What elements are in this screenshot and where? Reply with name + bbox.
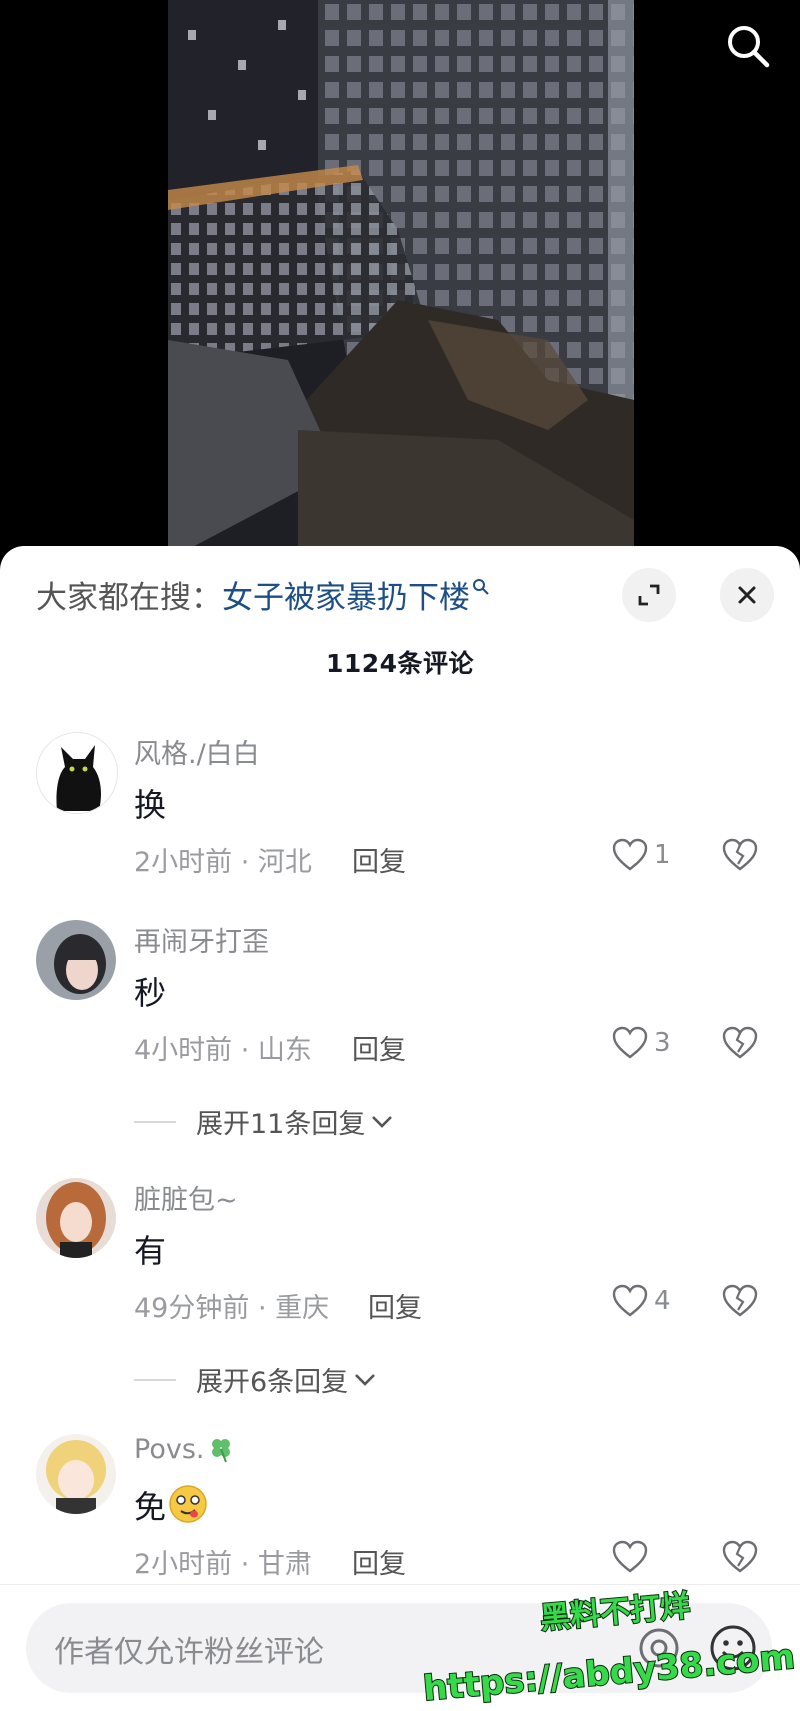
avatar[interactable] [36,1178,116,1258]
comment-username[interactable]: 再闹牙打歪 [134,920,269,959]
comment-sheet: 大家都在搜：女子被家暴扔下楼 1124条评论 风格./白白 换 2小时前 · 河… [0,546,800,1710]
avatar[interactable] [36,1434,116,1514]
comment-username[interactable]: Povs. [134,1434,236,1465]
black-cat-avatar [37,733,117,813]
like-button[interactable] [612,1540,654,1574]
reply-button[interactable]: 回复 [352,1028,406,1067]
search-button[interactable] [722,20,774,72]
expand-replies-button[interactable]: 展开6条回复 [134,1360,376,1399]
expand-replies-text: 展开6条回复 [196,1367,349,1398]
like-button[interactable]: 1 [612,838,671,872]
divider-line [134,1120,176,1123]
broken-heart-icon [722,1026,758,1059]
heart-icon [612,1026,648,1059]
small-search-icon [473,579,489,595]
comment-text: 换 [134,786,167,824]
comment-text: 秒 [134,974,167,1012]
broken-heart-icon [722,1284,758,1317]
night-building-scene [168,0,634,560]
comment-meta: 4小时前 · 山东 [134,1035,312,1066]
mention-button[interactable] [634,1623,684,1673]
like-count: 1 [654,840,671,870]
reply-button[interactable]: 回复 [352,840,406,879]
dislike-button[interactable] [722,1284,758,1322]
expand-replies-button[interactable]: 展开11条回复 [134,1102,393,1141]
heart-icon [612,838,648,871]
close-button[interactable] [720,568,774,622]
expand-button[interactable] [622,568,676,622]
anime-girl-avatar [36,1434,116,1514]
comment-username[interactable]: 风格./白白 [134,732,260,771]
chevron-down-icon [372,1115,393,1128]
heart-icon [612,1540,648,1573]
like-button[interactable]: 4 [612,1284,671,1318]
expand-replies-text: 展开11条回复 [196,1109,366,1140]
reply-button[interactable]: 回复 [352,1542,406,1581]
comment-input-placeholder: 作者仅允许粉丝评论 [54,1635,324,1670]
dislike-button[interactable] [722,1026,758,1064]
close-icon [738,586,756,604]
chevron-down-icon [355,1373,376,1386]
trending-query-link[interactable]: 女子被家暴扔下楼 [222,580,470,616]
like-count: 4 [654,1286,671,1316]
girl-avatar [36,920,116,1000]
clover-icon [212,1439,231,1463]
comment-meta: 2小时前 · 河北 [134,847,312,878]
video-player[interactable] [0,0,800,560]
avatar[interactable] [36,920,116,1000]
dislike-button[interactable] [722,1540,758,1578]
expand-icon [638,584,660,606]
video-frame [168,0,634,560]
avatar[interactable] [36,732,118,814]
comment-meta: 49分钟前 · 重庆 [134,1293,330,1324]
comment-text: 免 [134,1482,208,1528]
comment-text: 有 [134,1232,167,1270]
comment-username[interactable]: 脏脏包~ [134,1178,238,1217]
trending-label: 大家都在搜： [36,580,222,616]
search-icon [728,26,770,68]
broken-heart-icon [722,1540,758,1573]
comment-text-content: 免 [134,1488,167,1526]
heart-icon [612,1284,648,1317]
comment-meta: 2小时前 · 甘肃 [134,1549,312,1580]
drooling-face-emoji-icon [169,1485,207,1523]
divider-line [134,1378,176,1381]
girl-avatar [36,1178,116,1258]
comment-count: 1124条评论 [325,649,475,678]
emoji-button[interactable] [706,1621,760,1675]
at-sign-icon [639,1628,679,1668]
username-text: Povs. [134,1434,205,1465]
trending-search: 大家都在搜：女子被家暴扔下楼 [36,576,490,620]
like-count: 3 [654,1028,671,1058]
broken-heart-icon [722,838,758,871]
smiley-face-icon [710,1625,756,1671]
dislike-button[interactable] [722,838,758,876]
comment-input[interactable]: 作者仅允许粉丝评论 [26,1603,772,1693]
comment-input-bar: 作者仅允许粉丝评论 [0,1584,800,1711]
reply-button[interactable]: 回复 [368,1286,422,1325]
like-button[interactable]: 3 [612,1026,671,1060]
